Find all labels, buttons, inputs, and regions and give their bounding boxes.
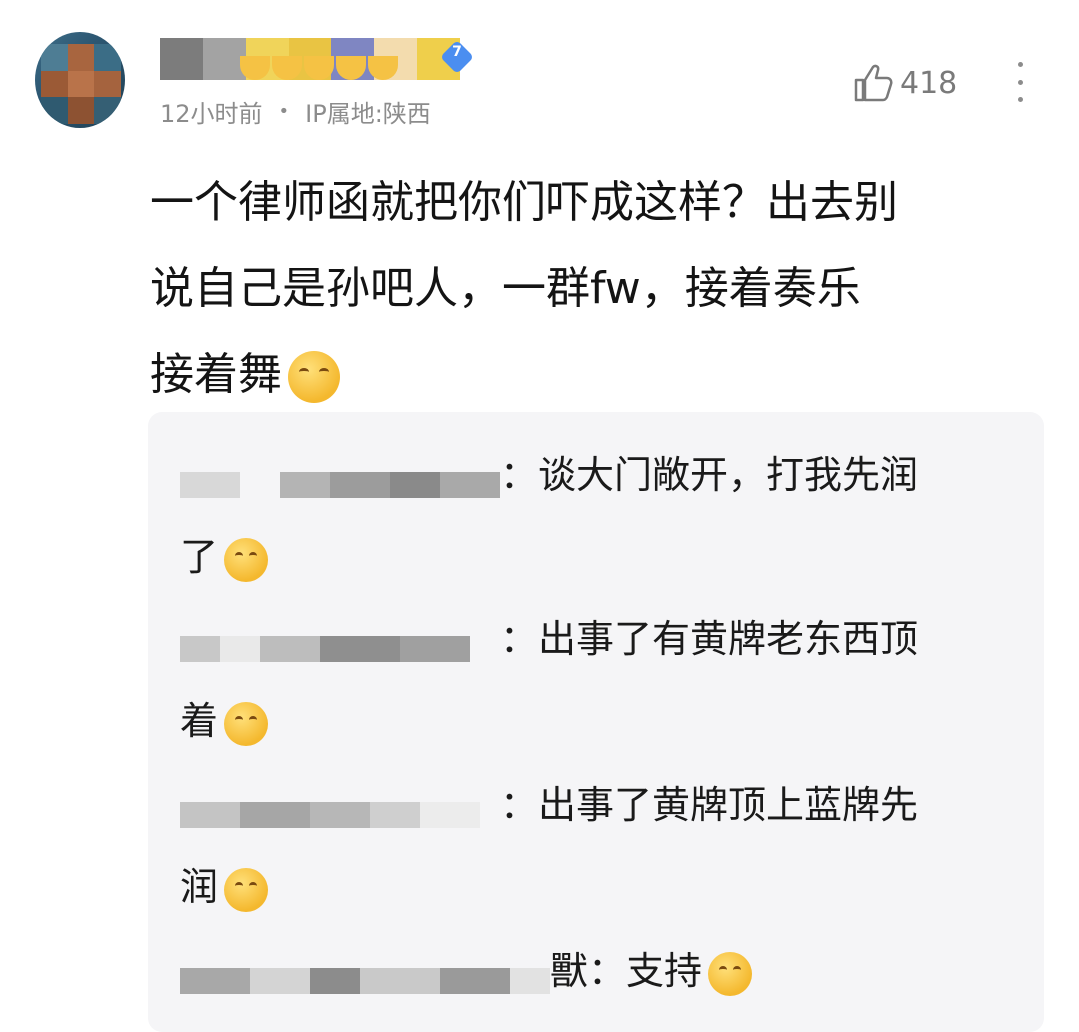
reply-username-blurred[interactable] — [180, 622, 500, 662]
comment-line-3-text: 接着舞 — [150, 349, 282, 400]
comment-line-1: 一个律师函就把你们吓成这样？出去别 — [150, 177, 898, 228]
reply-line: ：出事了黄牌顶上蓝牌先 — [180, 764, 1010, 846]
reply-name-suffix: 獸： — [550, 949, 627, 993]
emoji-icon — [336, 56, 366, 80]
reply-item[interactable]: ：出事了有黄牌老东西顶 着 — [180, 598, 1010, 762]
replies-panel[interactable]: ：谈大门敞开，打我先润 了 ：出事了有黄牌老东西顶 着 ：出事了黄牌顶上蓝牌先 … — [148, 412, 1044, 1032]
thumbs-up-icon — [854, 64, 893, 102]
reply-line: ：谈大门敞开，打我先润 — [180, 434, 1010, 516]
username-emoji-row — [240, 56, 398, 80]
reply-username-blurred[interactable] — [180, 458, 500, 498]
smiling-face-icon — [288, 351, 340, 403]
comment-line-2: 说自己是孙吧人，一群fw，接着奏乐 — [150, 263, 861, 314]
reply-text: 出事了有黄牌老东西顶 — [538, 617, 919, 661]
laughing-face-icon — [224, 537, 269, 582]
reply-line: ：出事了有黄牌老东西顶 — [180, 598, 1010, 680]
reply-text: 谈大门敞开，打我先润 — [538, 453, 919, 497]
more-options-icon[interactable] — [1010, 62, 1030, 102]
comment-text: 一个律师函就把你们吓成这样？出去别 说自己是孙吧人，一群fw，接着奏乐 接着舞 — [150, 160, 1050, 418]
reply-name-colon: ： — [500, 453, 539, 497]
comment-meta: 12小时前 • IP属地:陕西 — [160, 94, 431, 129]
reply-name-colon: ： — [500, 783, 539, 827]
reply-text-cont: 了 — [180, 535, 219, 579]
reply-line: 獸：支持 — [180, 930, 1010, 1012]
reply-username-blurred[interactable] — [180, 788, 500, 828]
meta-separator: • — [278, 101, 290, 122]
emoji-icon — [240, 56, 270, 80]
emoji-icon — [272, 56, 302, 80]
like-count: 418 — [900, 65, 958, 101]
yum-face-icon — [224, 701, 269, 746]
reply-line: 润 — [180, 846, 1010, 928]
reply-name-colon: ： — [500, 617, 539, 661]
level-badge-text: 7 — [452, 44, 462, 60]
reply-line: 了 — [180, 516, 1010, 598]
reply-username-blurred[interactable] — [180, 954, 550, 994]
reply-text: 出事了黄牌顶上蓝牌先 — [538, 783, 919, 827]
smiling-face-icon — [224, 867, 269, 912]
emoji-icon — [304, 56, 334, 80]
avatar-mosaic — [41, 44, 121, 124]
like-button[interactable]: 418 — [852, 62, 957, 104]
emoji-icon — [368, 56, 398, 80]
comment-time: 12小时前 — [160, 100, 263, 128]
comment-line-3: 接着舞 — [150, 332, 1050, 418]
comment-ip-location: IP属地:陕西 — [305, 100, 431, 128]
angry-face-icon — [708, 951, 753, 996]
reply-item[interactable]: ：谈大门敞开，打我先润 了 — [180, 434, 1010, 598]
user-avatar[interactable] — [35, 32, 125, 128]
reply-item[interactable]: 獸：支持 — [180, 930, 1010, 1012]
reply-item[interactable]: ：出事了黄牌顶上蓝牌先 润 — [180, 764, 1010, 928]
reply-text-cont: 润 — [180, 865, 219, 909]
reply-text: 支持 — [626, 949, 703, 993]
reply-line: 着 — [180, 680, 1010, 762]
reply-text-cont: 着 — [180, 699, 219, 743]
